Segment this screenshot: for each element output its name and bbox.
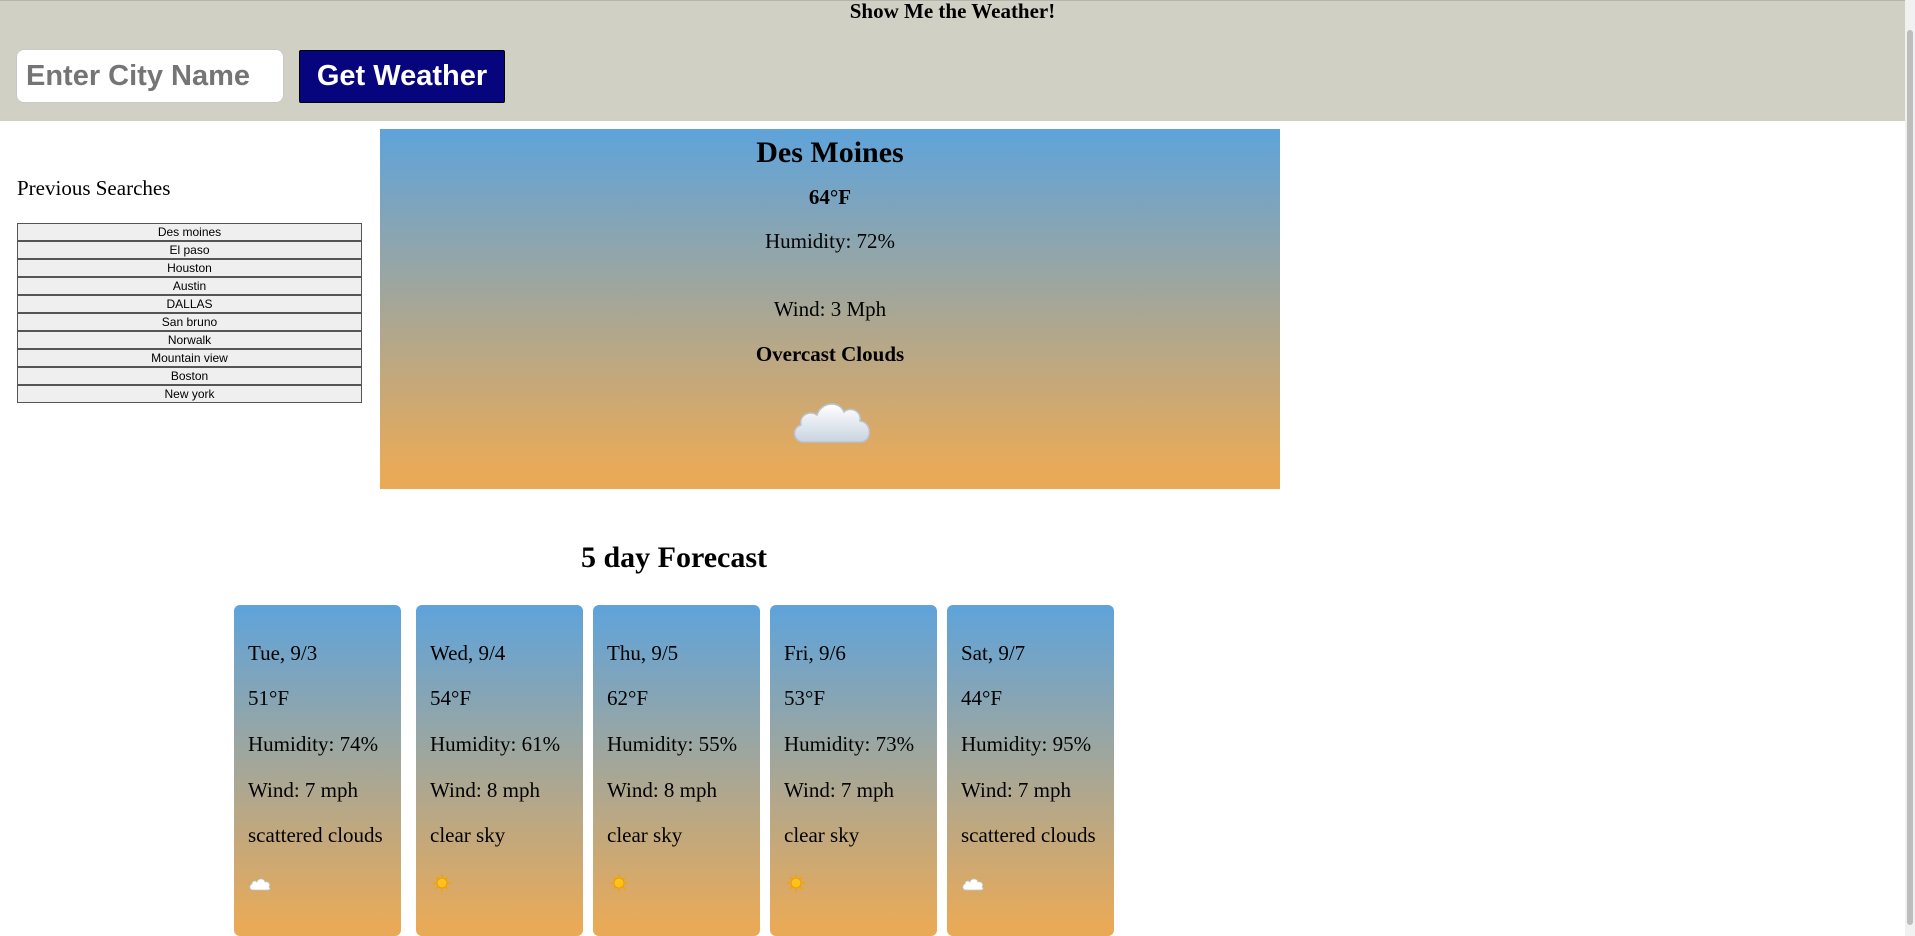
scrollbar-thumb[interactable] <box>1907 30 1913 925</box>
forecast-wind: Wind: 7 mph <box>784 778 894 802</box>
current-temperature: 64°F <box>808 185 852 209</box>
forecast-temperature: 62°F <box>607 686 649 710</box>
page-title: Show Me the Weather! <box>849 0 1056 23</box>
current-humidity: Humidity: 72% <box>764 229 896 253</box>
current-weather-panel: Des Moines 64°F Humidity: 72% Wind: 3 Mp… <box>380 129 1280 489</box>
forecast-card: Tue, 9/3 51°F Humidity: 74% Wind: 7 mph … <box>234 605 401 936</box>
forecast-temperature: 53°F <box>784 686 826 710</box>
sun-icon <box>787 874 805 892</box>
current-city-name: Des Moines <box>756 136 904 169</box>
history-item[interactable]: New york <box>17 385 362 403</box>
forecast-description: scattered clouds <box>961 823 1096 847</box>
forecast-humidity: Humidity: 61% <box>430 732 561 756</box>
forecast-date: Thu, 9/5 <box>607 641 679 665</box>
forecast-card: Sat, 9/7 44°F Humidity: 95% Wind: 7 mph … <box>947 605 1114 936</box>
current-description: Overcast Clouds <box>755 342 905 366</box>
previous-searches-heading: Previous Searches <box>17 176 171 200</box>
city-search-input[interactable] <box>16 49 284 103</box>
forecast-description: clear sky <box>430 823 506 847</box>
current-wind: Wind: 3 Mph <box>773 297 887 321</box>
forecast-date: Tue, 9/3 <box>248 641 318 665</box>
previous-searches-list: Des moines El paso Houston Austin DALLAS… <box>17 223 362 403</box>
forecast-temperature: 51°F <box>248 686 290 710</box>
forecast-date: Wed, 9/4 <box>430 641 506 665</box>
forecast-date: Fri, 9/6 <box>784 641 846 665</box>
forecast-temperature: 54°F <box>430 686 472 710</box>
sun-icon <box>610 874 628 892</box>
header-bar: Show Me the Weather! Get Weather <box>0 0 1905 121</box>
forecast-date: Sat, 9/7 <box>961 641 1026 665</box>
forecast-card: Thu, 9/5 62°F Humidity: 55% Wind: 8 mph … <box>593 605 760 936</box>
forecast-humidity: Humidity: 95% <box>961 732 1092 756</box>
forecast-description: clear sky <box>607 823 683 847</box>
history-item[interactable]: DALLAS <box>17 295 362 313</box>
forecast-humidity: Humidity: 73% <box>784 732 915 756</box>
forecast-humidity: Humidity: 55% <box>607 732 738 756</box>
forecast-wind: Wind: 8 mph <box>430 778 540 802</box>
forecast-temperature: 44°F <box>961 686 1003 710</box>
weather-app: Show Me the Weather! Get Weather Previou… <box>0 0 1915 936</box>
forecast-description: scattered clouds <box>248 823 383 847</box>
forecast-description: clear sky <box>784 823 860 847</box>
history-item[interactable]: Boston <box>17 367 362 385</box>
history-item[interactable]: Houston <box>17 259 362 277</box>
overcast-cloud-icon <box>793 403 871 443</box>
cloud-icon <box>962 878 984 891</box>
forecast-heading: 5 day Forecast <box>580 541 768 574</box>
history-item[interactable]: Norwalk <box>17 331 362 349</box>
history-item[interactable]: San bruno <box>17 313 362 331</box>
forecast-humidity: Humidity: 74% <box>248 732 379 756</box>
history-item[interactable]: Austin <box>17 277 362 295</box>
history-item[interactable]: Des moines <box>17 223 362 241</box>
history-item[interactable]: El paso <box>17 241 362 259</box>
forecast-card: Wed, 9/4 54°F Humidity: 61% Wind: 8 mph … <box>416 605 583 936</box>
sun-icon <box>433 874 451 892</box>
cloud-icon <box>249 878 271 891</box>
get-weather-button[interactable]: Get Weather <box>299 50 505 103</box>
history-item[interactable]: Mountain view <box>17 349 362 367</box>
forecast-card: Fri, 9/6 53°F Humidity: 73% Wind: 7 mph … <box>770 605 937 936</box>
forecast-wind: Wind: 8 mph <box>607 778 717 802</box>
forecast-wind: Wind: 7 mph <box>961 778 1071 802</box>
forecast-wind: Wind: 7 mph <box>248 778 358 802</box>
